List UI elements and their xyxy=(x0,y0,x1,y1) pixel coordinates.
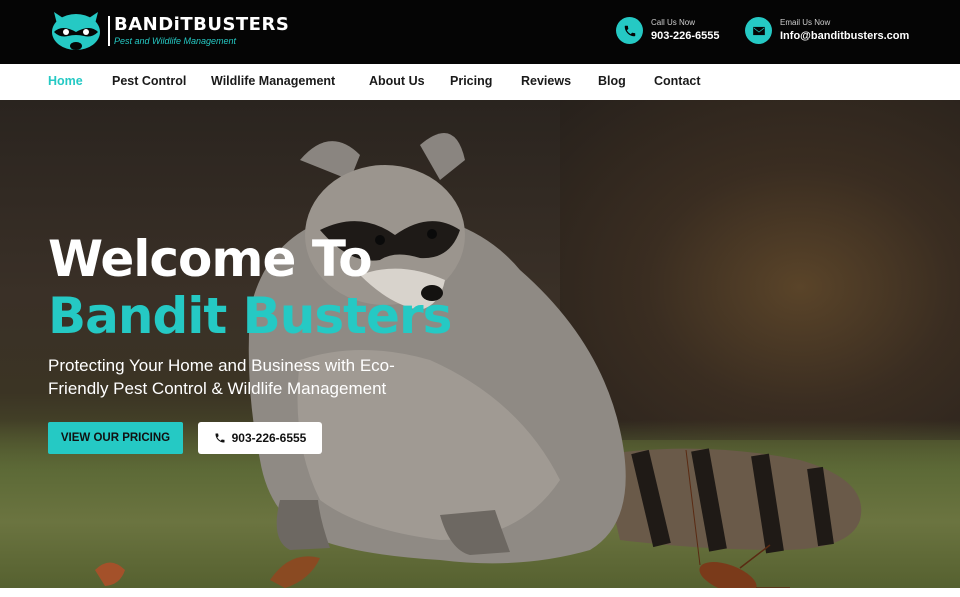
call-phone-button[interactable]: 903-226-6555 xyxy=(198,422,322,454)
nav-item-contact[interactable]: Contact xyxy=(654,74,701,88)
hero-title-line2: Bandit Busters xyxy=(48,287,452,345)
brand-tagline: Pest and Wildlife Management xyxy=(114,36,236,46)
nav-item-blog[interactable]: Blog xyxy=(598,74,626,88)
email-label: Email Us Now xyxy=(780,18,831,27)
email-text: Email Us Now Info@banditbusters.com xyxy=(780,17,909,44)
hero-subtitle: Protecting Your Home and Business with E… xyxy=(48,356,395,398)
phone-number[interactable]: 903-226-6555 xyxy=(651,28,720,44)
brand-logo[interactable]: BANDiTBUSTERS Pest and Wildlife Manageme… xyxy=(48,8,289,54)
nav-item-home[interactable]: Home xyxy=(48,74,83,88)
nav-item-pest-control[interactable]: Pest Control xyxy=(112,74,186,88)
phone-icon xyxy=(215,433,225,443)
hero-title-line1: Welcome To xyxy=(48,230,373,288)
phone-icon xyxy=(616,17,643,44)
nav-item-reviews[interactable]: Reviews xyxy=(521,74,571,88)
brand-name: BANDiTBUSTERS xyxy=(114,14,290,35)
bottom-strip xyxy=(0,588,960,597)
phone-text: Call Us Now 903-226-6555 xyxy=(651,17,720,44)
email-us-contact[interactable]: Email Us Now Info@banditbusters.com xyxy=(745,17,909,44)
email-address[interactable]: Info@banditbusters.com xyxy=(780,28,909,44)
raccoon-tail xyxy=(600,448,862,554)
envelope-icon xyxy=(745,17,772,44)
nav-item-about-us[interactable]: About Us xyxy=(369,74,425,88)
nav-item-pricing[interactable]: Pricing xyxy=(450,74,492,88)
logo-text: BANDiTBUSTERS Pest and Wildlife Manageme… xyxy=(114,15,289,47)
hero-section: Welcome To Bandit Busters Protecting You… xyxy=(0,100,960,588)
logo-divider xyxy=(108,16,110,46)
phone-button-label: 903-226-6555 xyxy=(231,431,307,445)
call-us-contact[interactable]: Call Us Now 903-226-6555 xyxy=(616,17,720,44)
raccoon-logo-icon xyxy=(48,8,104,54)
phone-label: Call Us Now xyxy=(651,18,696,27)
view-pricing-button[interactable]: VIEW OUR PRICING xyxy=(48,422,183,454)
nav-item-wildlife-management[interactable]: Wildlife Management xyxy=(211,74,335,88)
main-nav: Home Pest Control Wildlife Management Ab… xyxy=(0,64,960,100)
top-bar: BANDiTBUSTERS Pest and Wildlife Manageme… xyxy=(0,0,960,64)
